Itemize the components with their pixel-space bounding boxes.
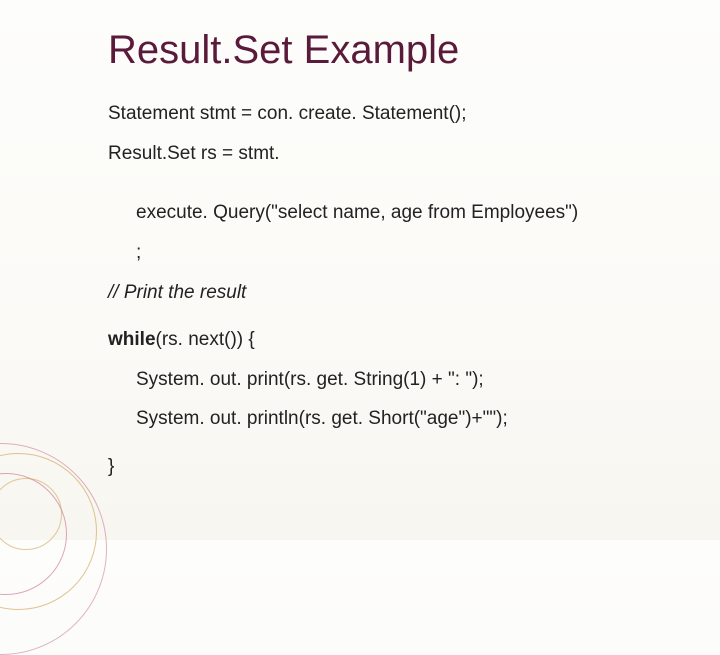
- code-line-2: Result.Set rs = stmt.: [108, 141, 660, 167]
- slide-body: Result.Set Example Statement stmt = con.…: [0, 0, 720, 480]
- while-cond: (rs. next()) {: [156, 329, 255, 350]
- code-line-3b: ;: [108, 240, 660, 266]
- code-line-1: Statement stmt = con. create. Statement(…: [108, 101, 660, 127]
- code-line-4: // Print the result: [108, 280, 660, 306]
- code-line-5: while(rs. next()) {: [108, 327, 660, 353]
- code-line-7: System. out. println(rs. get. Short("age…: [108, 406, 660, 432]
- code-line-8: }: [108, 454, 660, 480]
- code-line-6: System. out. print(rs. get. String(1) + …: [108, 367, 660, 393]
- slide-title: Result.Set Example: [108, 28, 660, 73]
- code-line-3: execute. Query("select name, age from Em…: [108, 200, 660, 226]
- while-keyword: while: [108, 329, 156, 350]
